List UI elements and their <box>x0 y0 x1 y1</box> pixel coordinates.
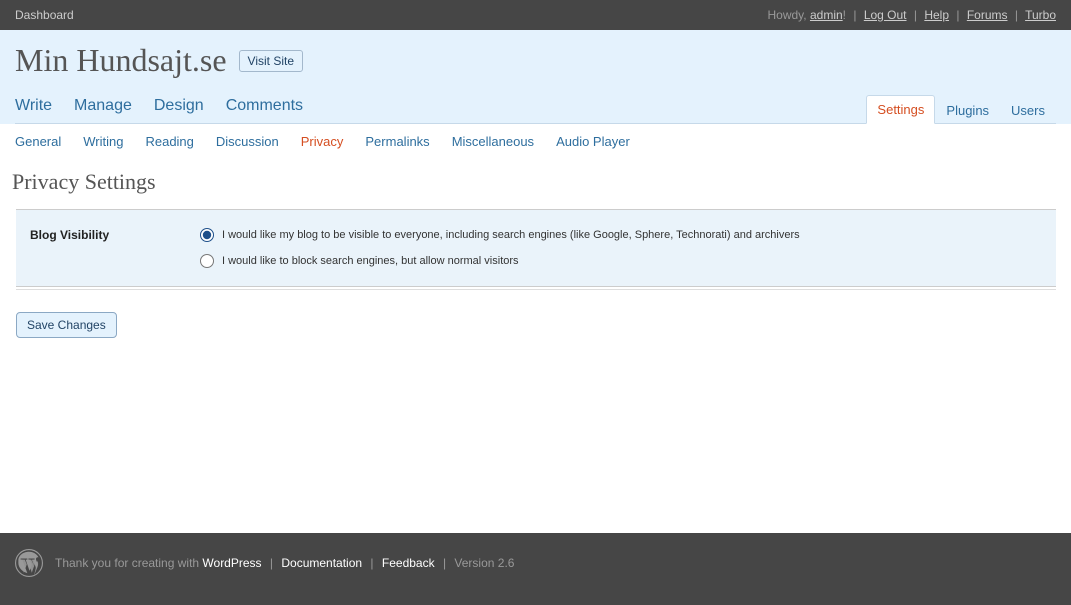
main-nav: Write Manage Design Comments Settings Pl… <box>15 91 1056 124</box>
admin-topbar: Dashboard Howdy, admin! | Log Out | Help… <box>0 0 1071 30</box>
visibility-option-public[interactable]: I would like my blog to be visible to ev… <box>200 228 1042 242</box>
howdy-suffix: ! <box>843 8 846 22</box>
logout-link[interactable]: Log Out <box>864 8 907 22</box>
privacy-form-panel: Blog Visibility I would like my blog to … <box>16 209 1056 287</box>
wordpress-logo-icon <box>15 549 43 577</box>
admin-footer: Thank you for creating with WordPress | … <box>0 533 1071 605</box>
footer-feedback-link[interactable]: Feedback <box>382 556 435 570</box>
visibility-text-public: I would like my blog to be visible to ev… <box>222 229 800 241</box>
nav-manage[interactable]: Manage <box>74 91 144 123</box>
nav-comments[interactable]: Comments <box>226 91 315 123</box>
visit-site-button[interactable]: Visit Site <box>239 50 303 72</box>
subnav-permalinks[interactable]: Permalinks <box>365 134 429 149</box>
nav-write[interactable]: Write <box>15 91 64 123</box>
footer-wordpress-link[interactable]: WordPress <box>202 556 261 570</box>
footer-version: Version 2.6 <box>454 556 514 570</box>
visibility-radio-public[interactable] <box>200 228 214 242</box>
site-title: Min Hundsajt.se <box>15 42 227 79</box>
site-header: Min Hundsajt.se Visit Site Write Manage … <box>0 30 1071 124</box>
blog-visibility-label: Blog Visibility <box>30 228 200 268</box>
settings-sub-nav: General Writing Reading Discussion Priva… <box>0 124 1071 159</box>
nav-design[interactable]: Design <box>154 91 216 123</box>
visibility-text-block: I would like to block search engines, bu… <box>222 255 519 267</box>
footer-documentation-link[interactable]: Documentation <box>281 556 362 570</box>
forums-link[interactable]: Forums <box>967 8 1008 22</box>
save-button[interactable]: Save Changes <box>16 312 117 338</box>
footer-thanks: Thank you for creating with <box>55 556 202 570</box>
subnav-audio-player[interactable]: Audio Player <box>556 134 630 149</box>
nav-plugins[interactable]: Plugins <box>935 96 1000 124</box>
visibility-option-block[interactable]: I would like to block search engines, bu… <box>200 254 1042 268</box>
visibility-radio-block[interactable] <box>200 254 214 268</box>
turbo-link[interactable]: Turbo <box>1025 8 1056 22</box>
subnav-discussion[interactable]: Discussion <box>216 134 279 149</box>
howdy-text: Howdy, <box>768 8 810 22</box>
subnav-general[interactable]: General <box>15 134 61 149</box>
subnav-reading[interactable]: Reading <box>145 134 193 149</box>
divider <box>16 289 1056 290</box>
nav-users[interactable]: Users <box>1000 96 1056 124</box>
page-title: Privacy Settings <box>12 169 1056 195</box>
subnav-privacy[interactable]: Privacy <box>301 134 344 149</box>
dashboard-link[interactable]: Dashboard <box>15 8 74 22</box>
page-content: Privacy Settings Blog Visibility I would… <box>0 159 1071 358</box>
subnav-writing[interactable]: Writing <box>83 134 123 149</box>
nav-settings[interactable]: Settings <box>866 95 935 124</box>
subnav-miscellaneous[interactable]: Miscellaneous <box>452 134 534 149</box>
username-link[interactable]: admin <box>810 8 843 22</box>
help-link[interactable]: Help <box>924 8 949 22</box>
